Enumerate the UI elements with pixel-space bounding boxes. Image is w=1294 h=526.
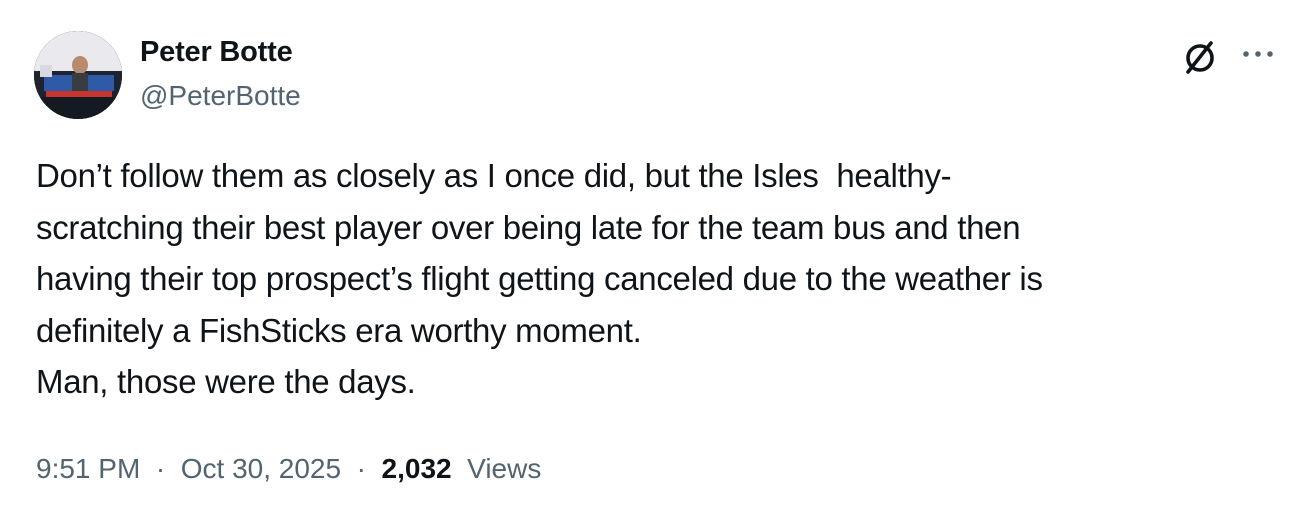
tweet-date[interactable]: Oct 30, 2025 [181,453,341,484]
author-display-name[interactable]: Peter Botte [140,36,293,69]
avatar[interactable] [34,31,122,119]
profile-photo-icon [34,31,122,119]
tweet-text: Don’t follow them as closely as I once d… [36,150,1276,408]
more-options-icon[interactable] [1240,44,1276,64]
author-handle[interactable]: @PeterBotte [140,80,301,112]
tweet-text-line: scratching their best player over being … [36,208,1021,246]
tweet-time[interactable]: 9:51 PM [36,453,140,484]
tweet-text-line: having their top prospect’s flight getti… [36,260,1043,297]
tweet-metadata: 9:51 PM · Oct 30, 2025 · 2,032 Views [36,453,541,485]
views-count: 2,032 [381,453,452,484]
grok-icon[interactable] [1180,37,1220,77]
tweet-text-line: Don’t follow them as closely as I once d… [36,157,952,194]
tweet-text-line: definitely a FishSticks era worthy momen… [36,311,642,349]
views-label: Views [459,453,542,484]
meta-separator: · [148,453,173,484]
tweet-card: Peter Botte @PeterBotte Don’t follow the… [0,0,1294,526]
meta-separator: · [348,453,374,484]
tweet-text-line: Man, those were the days. [36,363,416,400]
